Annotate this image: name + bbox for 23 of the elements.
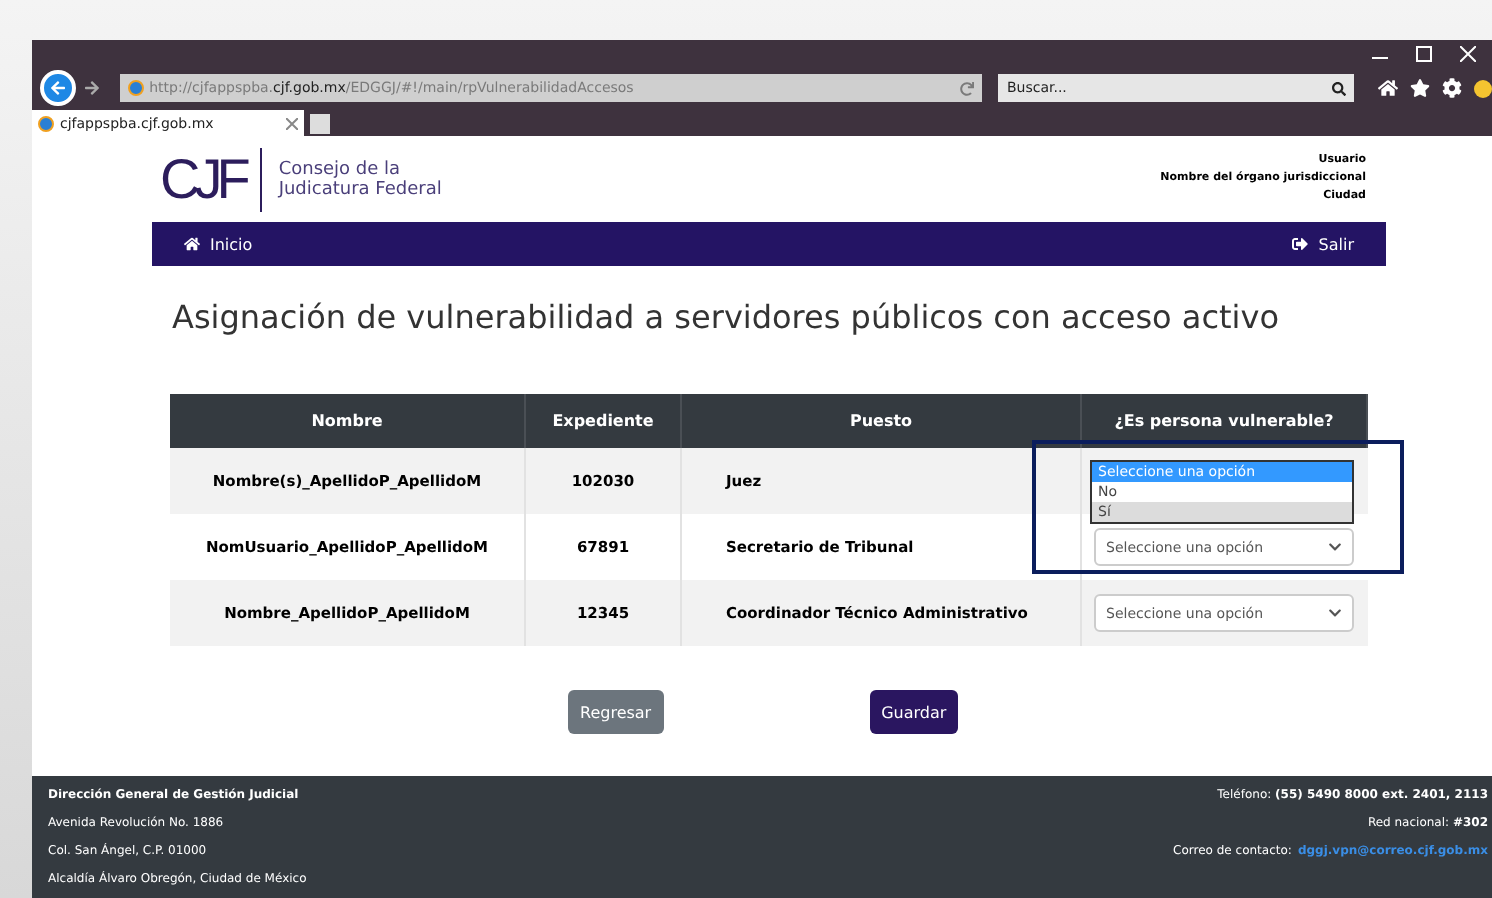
back-button[interactable]: Regresar	[568, 690, 664, 734]
maximize-icon[interactable]	[1416, 46, 1432, 62]
logout-link[interactable]: Salir	[1292, 235, 1354, 253]
globe-icon	[127, 80, 144, 96]
close-icon[interactable]	[1460, 46, 1476, 62]
arrow-left-icon	[49, 80, 66, 96]
save-button[interactable]: Guardar	[869, 690, 959, 734]
home-icon[interactable]	[1378, 78, 1398, 98]
globe-icon	[38, 115, 54, 131]
search-icon	[1332, 81, 1346, 95]
settings-icon[interactable]	[1442, 78, 1462, 98]
home-icon	[184, 236, 200, 252]
logo: CJF Consejo de la Judicatura Federal	[160, 147, 442, 211]
page-title: Asignación de vulnerabilidad a servidores públicos con acceso activo	[172, 298, 1281, 340]
chevron-icon	[1328, 540, 1342, 554]
close-tab-icon[interactable]	[286, 117, 298, 129]
star-icon[interactable]	[1410, 78, 1430, 98]
chevron-icon	[1328, 606, 1342, 620]
home-link[interactable]: Inicio	[184, 235, 253, 253]
arrow-right-icon	[83, 80, 100, 96]
back-button[interactable]	[40, 70, 76, 106]
sign-out-icon	[1292, 236, 1309, 252]
refresh-icon[interactable]	[960, 81, 975, 95]
